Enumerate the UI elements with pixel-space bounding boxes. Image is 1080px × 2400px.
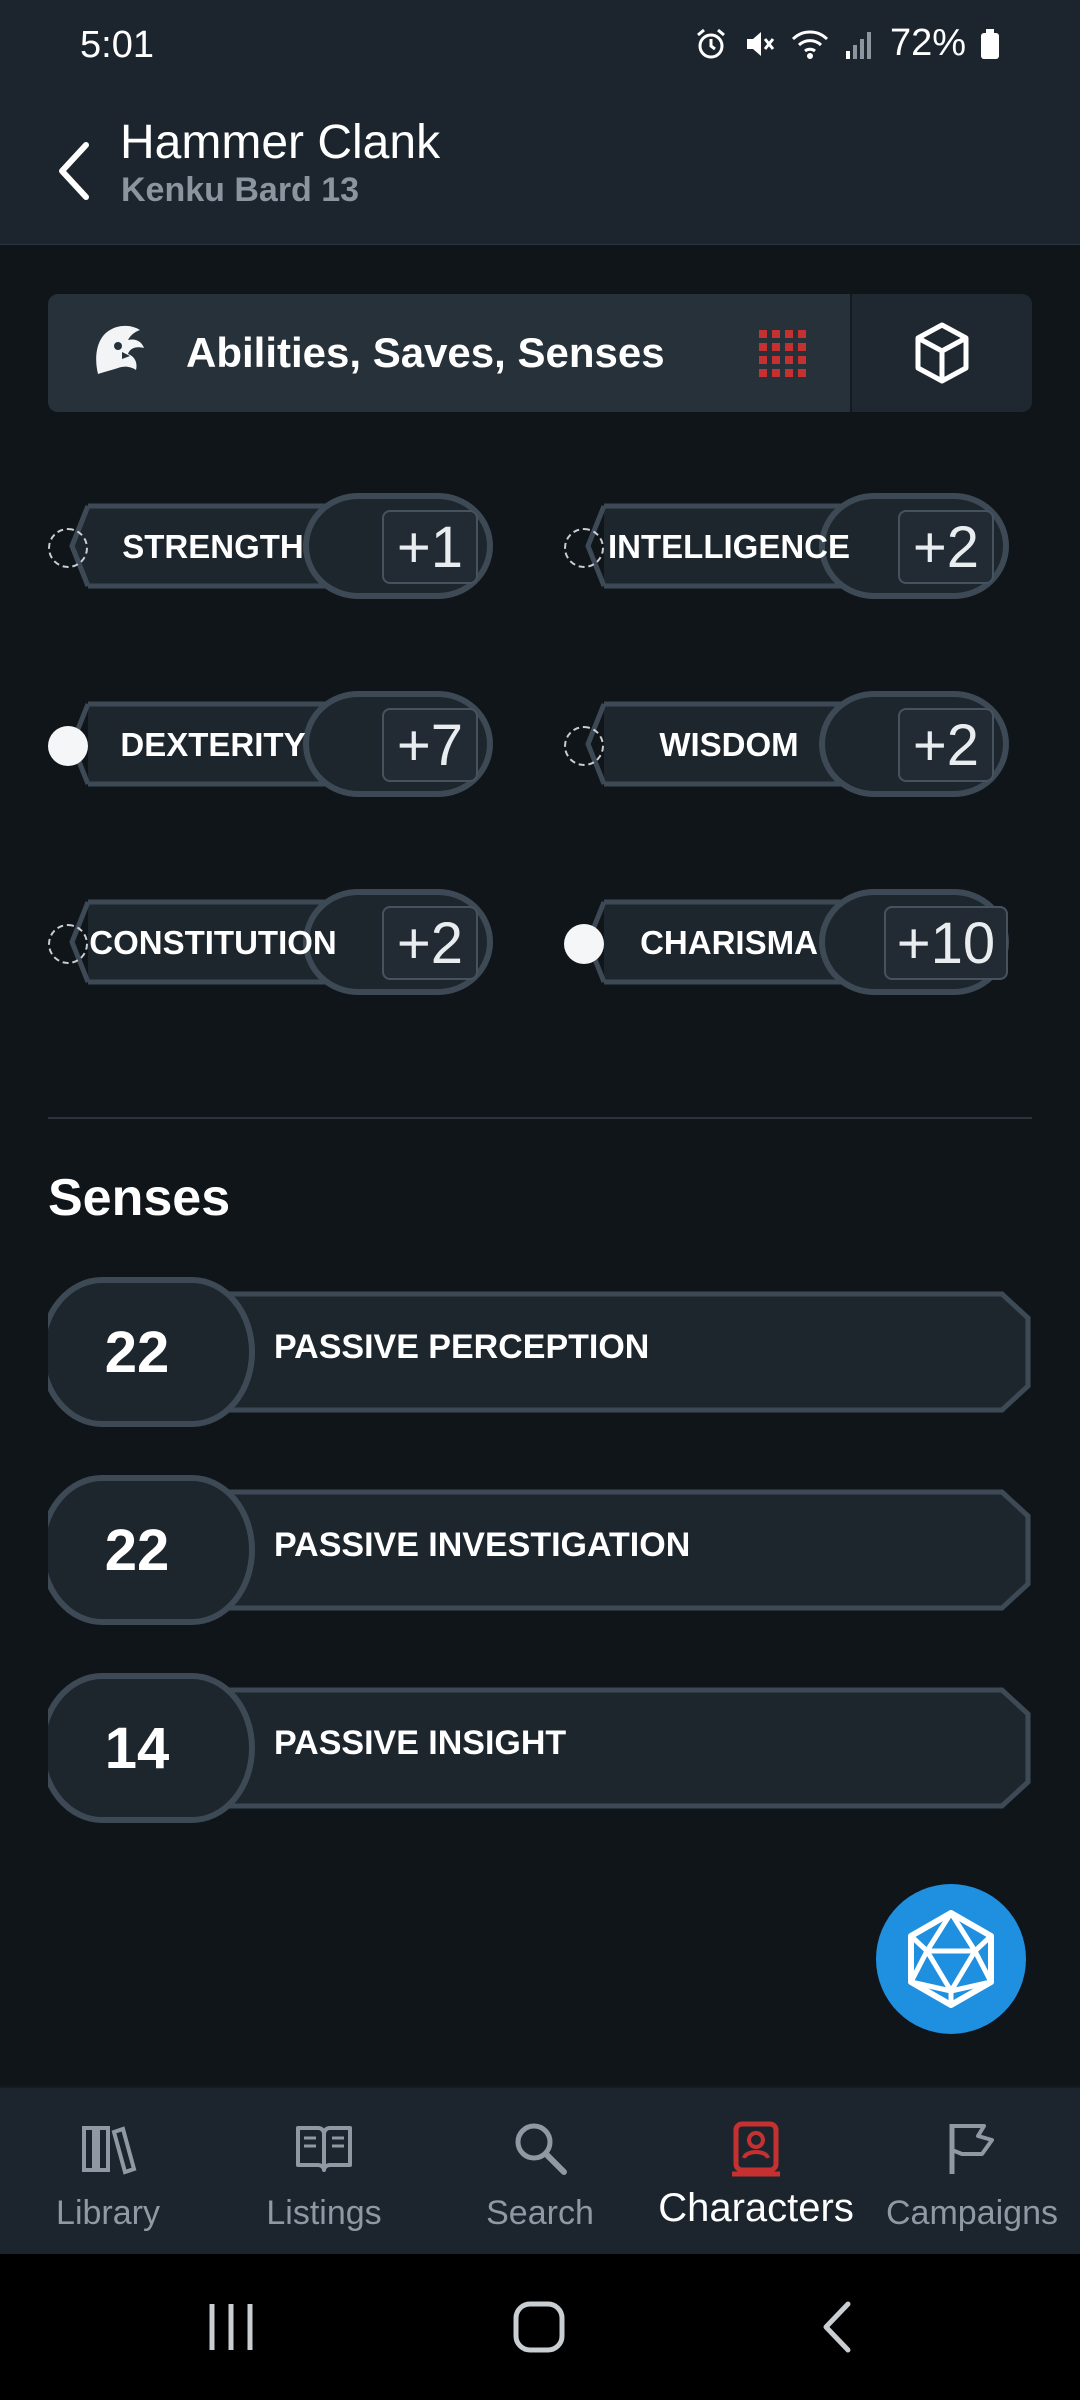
signal-icon (845, 31, 871, 59)
wifi-icon (791, 29, 828, 59)
app-header: Hammer Clank Kenku Bard 13 (0, 95, 1080, 245)
saving-throw-label: DEXTERITY (120, 726, 306, 763)
mute-icon (746, 31, 775, 56)
bottom-navigation: Library Listings Search Characters Campa… (0, 2086, 1080, 2254)
section-dropdown[interactable]: Abilities, Saves, Senses (48, 294, 850, 412)
home-icon[interactable] (510, 2298, 570, 2356)
saving-throw-intelligence[interactable]: INTELLIGENCE +2 (564, 472, 1034, 622)
alarm-icon (696, 28, 725, 58)
saving-throw-modifier: +2 (382, 906, 478, 980)
section-divider (48, 1117, 1032, 1119)
saving-throw-wisdom[interactable]: WISDOM +2 (564, 670, 1034, 820)
system-navigation-bar (0, 2254, 1080, 2400)
cube-icon (915, 322, 969, 384)
nav-label: Campaigns (886, 2194, 1058, 2232)
saving-throw-label: WISDOM (659, 726, 799, 763)
book-icon (296, 2126, 352, 2172)
sense-passive-investigation[interactable]: 22 PASSIVE INVESTIGATION (48, 1474, 1032, 1626)
proficiency-indicator (564, 528, 604, 568)
dice-roller-button[interactable] (876, 1884, 1026, 2034)
battery-percent: 72% (889, 22, 966, 64)
nav-characters[interactable]: Characters (648, 2088, 864, 2256)
saving-throw-label-line2: N (312, 924, 337, 961)
senses-heading: Senses (48, 1169, 231, 1227)
saving-throw-label: STRENGTH (122, 528, 304, 565)
back-arrow-icon[interactable] (50, 131, 100, 211)
flag-icon (949, 2124, 994, 2174)
nav-listings[interactable]: Listings (216, 2088, 432, 2256)
saving-throw-strength[interactable]: STRENGTH +1 (48, 472, 518, 622)
saving-throw-charisma[interactable]: CHARISMA +10 (564, 868, 1034, 1018)
saving-throw-modifier: +2 (898, 510, 994, 584)
nav-label: Search (486, 2194, 594, 2232)
library-icon (82, 2126, 137, 2175)
sense-label: PASSIVE PERCEPTION (274, 1328, 650, 1366)
nav-library[interactable]: Library (0, 2088, 216, 2256)
proficiency-indicator (48, 726, 88, 766)
d20-icon (908, 1910, 994, 2008)
proficiency-indicator (48, 528, 88, 568)
proficiency-indicator (48, 924, 88, 964)
nav-label: Listings (266, 2194, 382, 2232)
character-icon (732, 2121, 780, 2177)
nav-label: Library (56, 2194, 160, 2232)
battery-icon (981, 28, 999, 59)
saving-throw-modifier: +1 (382, 510, 478, 584)
nav-label: Characters (658, 2186, 854, 2230)
proficiency-indicator (564, 726, 604, 766)
sense-label: PASSIVE INSIGHT (274, 1724, 567, 1762)
sense-value: 14 (104, 1715, 170, 1781)
sense-passive-insight[interactable]: 14 PASSIVE INSIGHT (48, 1672, 1032, 1824)
proficiency-indicator (564, 924, 604, 964)
saving-throw-dexterity[interactable]: DEXTERITY +7 (48, 670, 518, 820)
sense-label: PASSIVE INVESTIGATION (274, 1526, 691, 1564)
recent-apps-icon[interactable] (206, 2300, 256, 2354)
sense-value: 22 (104, 1319, 170, 1385)
search-icon (515, 2123, 567, 2175)
saving-throw-modifier: +10 (884, 906, 1008, 980)
status-icons: 72% (694, 22, 1000, 65)
saving-throw-label: INTELLIGENCE (608, 528, 851, 565)
saving-throw-constitution[interactable]: CONSTITUTIO N +2 (48, 868, 518, 1018)
owl-logo-icon (96, 325, 144, 374)
status-time: 5:01 (80, 24, 154, 66)
section-selector[interactable]: Abilities, Saves, Senses (48, 294, 1032, 412)
nav-search[interactable]: Search (432, 2088, 648, 2256)
saving-throw-modifier: +2 (898, 708, 994, 782)
saving-throw-label-line1: CONSTITUTIO (89, 924, 313, 961)
nav-campaigns[interactable]: Campaigns (864, 2088, 1080, 2256)
sense-value: 22 (104, 1517, 170, 1583)
sense-passive-perception[interactable]: 22 PASSIVE PERCEPTION (48, 1276, 1032, 1428)
status-bar: 5:01 72% (0, 0, 1080, 95)
cube-button[interactable] (850, 294, 1032, 412)
saving-throw-modifier: +7 (382, 708, 478, 782)
character-subtitle: Kenku Bard 13 (121, 171, 360, 209)
character-name: Hammer Clank (120, 116, 441, 169)
saving-throw-label: CONSTITUTIO N (89, 908, 337, 978)
saving-throw-label: CHARISMA (640, 924, 818, 961)
system-back-icon[interactable] (818, 2298, 858, 2356)
grid-menu-icon (759, 330, 806, 377)
section-title: Abilities, Saves, Senses (186, 329, 665, 376)
